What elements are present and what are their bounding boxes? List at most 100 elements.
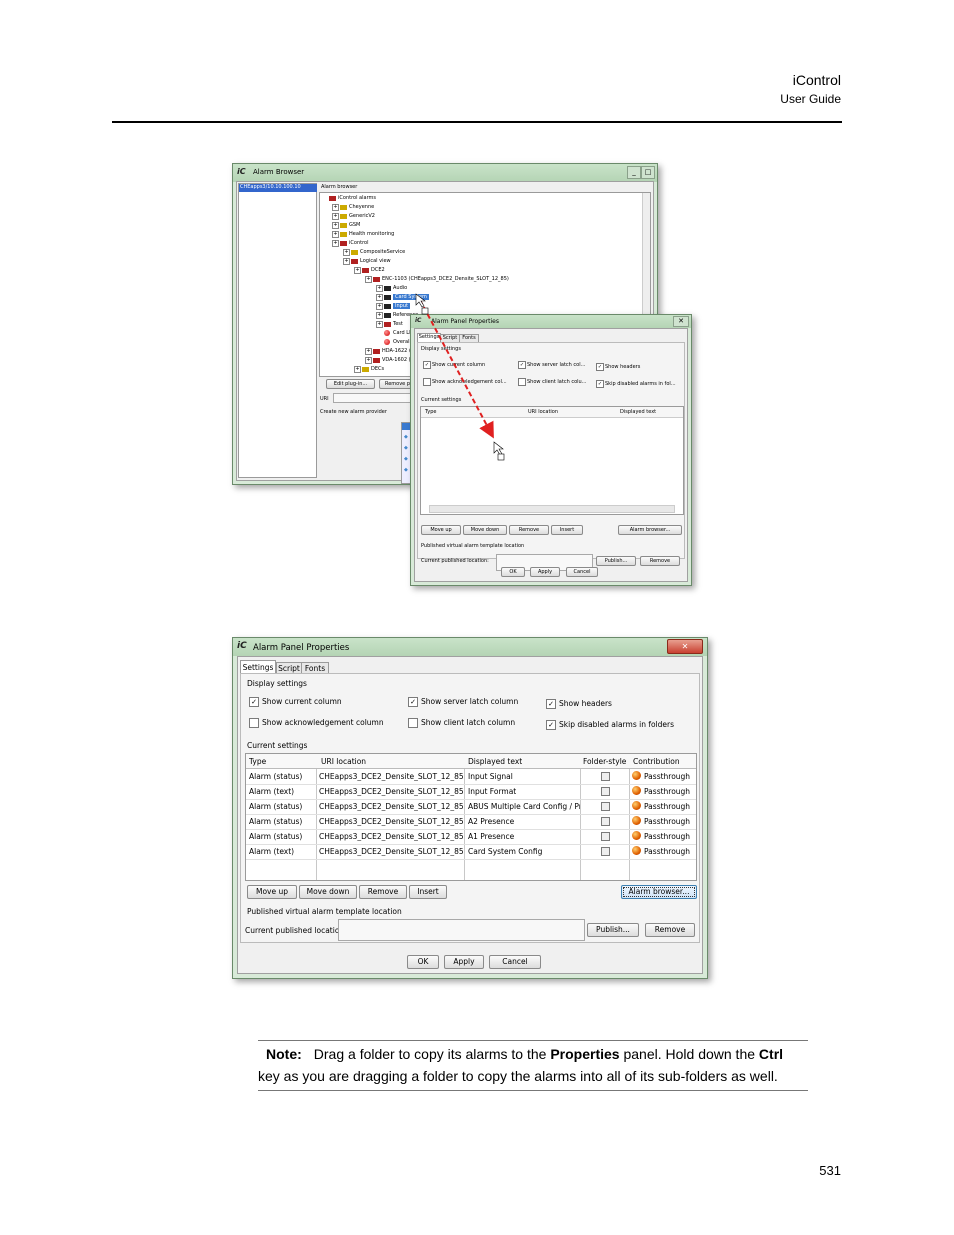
server-item[interactable]: CHEapps3/10.10.100.10 (239, 184, 317, 192)
ok-button[interactable]: OK (407, 955, 439, 969)
tree-item[interactable]: iControl (349, 240, 368, 246)
horizontal-scrollbar[interactable] (429, 505, 675, 513)
arrow-icon: ◆ (404, 445, 408, 451)
tree-item[interactable]: GenericV2 (349, 213, 375, 219)
skip-disabled-checkbox[interactable]: ✓ (596, 380, 604, 388)
table-row[interactable]: Alarm (status) CHEapps3_DCE2_Densite_SLOT… (246, 799, 696, 815)
column-header-type[interactable]: Type (249, 757, 266, 766)
expand-toggle-icon[interactable]: + (343, 249, 350, 256)
alarm-browser-button[interactable]: Alarm browser... (621, 885, 697, 899)
expand-toggle-icon[interactable]: + (365, 348, 372, 355)
folder-style-checkbox[interactable] (601, 817, 610, 826)
show-server-checkbox[interactable]: ✓ (408, 697, 418, 707)
expand-toggle-icon[interactable]: + (365, 357, 372, 364)
expand-toggle-icon[interactable]: + (365, 276, 372, 283)
tree-item[interactable]: Overall (393, 339, 411, 345)
show-current-checkbox[interactable]: ✓ (249, 697, 259, 707)
insert-button[interactable]: Insert (409, 885, 447, 899)
insert-button[interactable]: Insert (551, 525, 583, 535)
drag-arrow (415, 293, 505, 461)
expand-toggle-icon[interactable]: + (332, 222, 339, 229)
publish-button[interactable]: Publish... (587, 923, 639, 937)
expand-toggle-icon[interactable]: + (354, 267, 361, 274)
tree-item[interactable]: Input (393, 303, 410, 309)
folder-style-checkbox[interactable] (601, 787, 610, 796)
folder-icon (384, 322, 391, 327)
settings-table[interactable]: Type URI location Displayed text Folder-… (245, 753, 697, 881)
move-down-button[interactable]: Move down (299, 885, 357, 899)
tree-item[interactable]: iControl alarms (338, 195, 376, 201)
folder-style-checkbox[interactable] (601, 847, 610, 856)
remove-published-button[interactable]: Remove (640, 556, 680, 566)
move-down-button[interactable]: Move down (463, 525, 507, 535)
note-text-3: key as you are dragging a folder to copy… (258, 1068, 778, 1084)
column-header-contribution[interactable]: Contribution (633, 757, 680, 766)
folder-style-checkbox[interactable] (601, 772, 610, 781)
close-button[interactable]: ✕ (667, 639, 703, 654)
show-headers-checkbox[interactable]: ✓ (596, 363, 604, 371)
move-up-button[interactable]: Move up (247, 885, 297, 899)
tree-item[interactable]: ENC-1103 (CHEapps3_DCE2_Densite_SLOT_12_… (382, 276, 509, 282)
move-up-button[interactable]: Move up (421, 525, 461, 535)
tree-item[interactable]: Health monitoring (349, 231, 394, 237)
expand-toggle-icon[interactable]: + (376, 303, 383, 310)
show-ack-checkbox[interactable] (249, 718, 259, 728)
contribution-status-icon (632, 816, 641, 825)
uri-input[interactable] (333, 393, 415, 403)
expand-toggle-icon[interactable]: + (332, 213, 339, 220)
expand-toggle-icon[interactable]: + (376, 312, 383, 319)
table-row[interactable]: Alarm (status) CHEapps3_DCE2_Densite_SLOT… (246, 829, 696, 845)
expand-toggle-icon[interactable]: + (332, 231, 339, 238)
show-headers-checkbox[interactable]: ✓ (546, 699, 556, 709)
maximize-button[interactable]: □ (641, 166, 655, 179)
remove-button[interactable]: Remove (509, 525, 549, 535)
cancel-button[interactable]: Cancel (566, 567, 598, 577)
tree-item[interactable]: Audio (393, 285, 407, 291)
tree-item[interactable]: DCE2 (371, 267, 385, 273)
tree-item[interactable]: CompositeService (360, 249, 405, 255)
cell-contribution: Passthrough (644, 832, 691, 841)
remove-button[interactable]: Remove (359, 885, 407, 899)
apply-button[interactable]: Apply (444, 955, 484, 969)
column-header-uri[interactable]: URI location (321, 757, 366, 766)
table-row[interactable]: Alarm (status) CHEapps3_DCE2_Densite_SLOT… (246, 769, 696, 785)
table-row[interactable]: Alarm (text) CHEapps3_DCE2_Densite_SLOT_1… (246, 844, 696, 860)
expand-toggle-icon[interactable]: + (354, 366, 361, 373)
edit-plugin-button[interactable]: Edit plug-in... (326, 379, 375, 389)
column-header[interactable]: Displayed text (620, 409, 656, 415)
table-row[interactable]: Alarm (status) CHEapps3_DCE2_Densite_SLOT… (246, 814, 696, 830)
current-published-field[interactable] (338, 919, 585, 941)
expand-toggle-icon[interactable]: + (332, 204, 339, 211)
publish-button[interactable]: Publish... (596, 556, 636, 566)
close-button[interactable]: ✕ (673, 316, 689, 327)
column-header-text[interactable]: Displayed text (468, 757, 522, 766)
tree-item[interactable]: Test (393, 321, 403, 327)
column-header-folder-style[interactable]: Folder-style (583, 757, 626, 766)
expand-toggle-icon[interactable]: + (376, 294, 383, 301)
show-client-checkbox[interactable] (408, 718, 418, 728)
folder-style-checkbox[interactable] (601, 832, 610, 841)
tree-item[interactable]: DECs (371, 366, 384, 372)
column-header[interactable]: URI location (528, 409, 558, 415)
show-server-label: Show server latch col... (527, 362, 586, 368)
minimize-button[interactable]: _ (627, 166, 641, 179)
apply-button[interactable]: Apply (530, 567, 560, 577)
expand-toggle-icon[interactable]: + (343, 258, 350, 265)
folder-icon (384, 304, 391, 309)
header-doc-type: User Guide (780, 92, 841, 106)
tree-item[interactable]: Logical view (360, 258, 391, 264)
alarm-browser-button[interactable]: Alarm browser... (618, 525, 682, 535)
table-row[interactable]: Alarm (text) CHEapps3_DCE2_Densite_SLOT_1… (246, 784, 696, 800)
expand-toggle-icon[interactable]: + (332, 240, 339, 247)
tree-item[interactable]: GSM (349, 222, 360, 228)
tree-item[interactable]: Cheyenne (349, 204, 374, 210)
skip-disabled-checkbox[interactable]: ✓ (546, 720, 556, 730)
ok-button[interactable]: OK (501, 567, 525, 577)
tab-settings[interactable]: Settings (240, 660, 276, 674)
cancel-button[interactable]: Cancel (489, 955, 541, 969)
expand-toggle-icon[interactable]: + (376, 285, 383, 292)
server-list[interactable]: CHEapps3/10.10.100.10 (238, 183, 317, 478)
folder-style-checkbox[interactable] (601, 802, 610, 811)
remove-published-button[interactable]: Remove (645, 923, 695, 937)
expand-toggle-icon[interactable]: + (376, 321, 383, 328)
